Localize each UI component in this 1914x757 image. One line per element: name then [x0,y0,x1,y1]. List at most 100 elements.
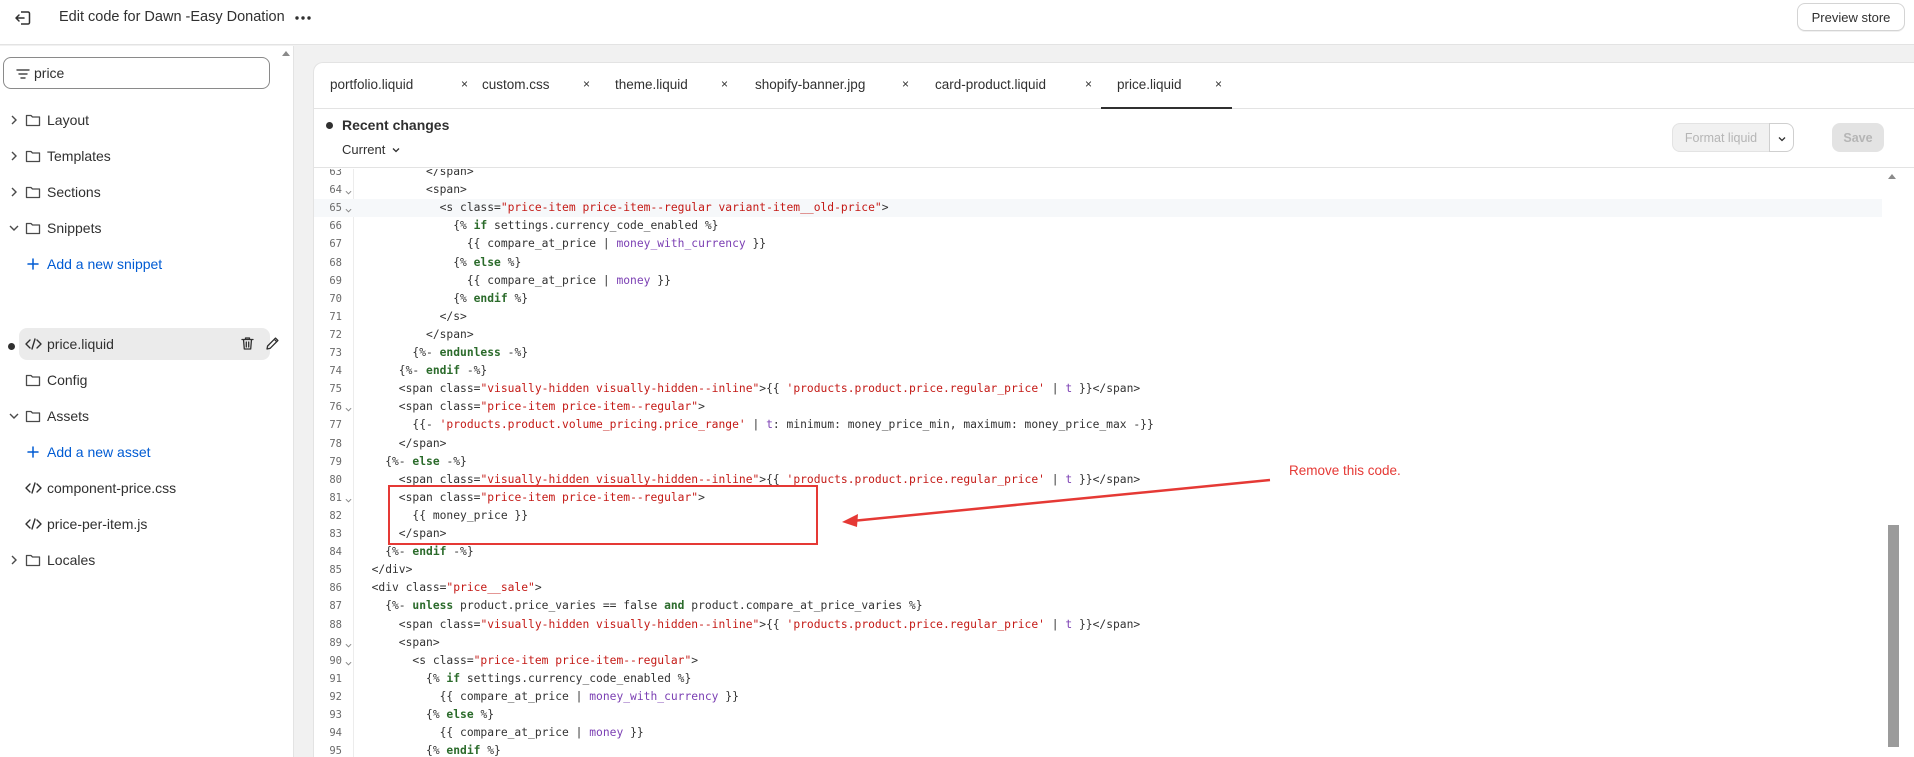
close-icon[interactable]: × [721,77,728,91]
code-text: {{ compare_at_price | money }} [358,726,644,740]
chevron-right-icon [11,151,17,161]
code-line[interactable]: 86 <div class="price__sale"> [314,579,1882,597]
fold-chevron-icon[interactable] [345,660,352,667]
line-number: 86 [329,582,342,595]
code-line[interactable]: 65 <s class="price-item price-item--regu… [314,199,1882,218]
scrollbar-thumb[interactable] [1888,525,1899,747]
code-line[interactable]: 64 <span> [314,181,1882,199]
code-line[interactable]: 78 </span> [314,435,1882,453]
fold-chevron-icon[interactable] [345,207,352,214]
sidebar-item-price-liquid[interactable]: price.liquid [19,328,279,360]
plus-icon [27,446,39,458]
add-snippet-link[interactable]: Add a new snippet [0,248,270,280]
close-icon[interactable]: × [583,77,590,91]
line-number: 71 [329,310,342,323]
code-line[interactable]: 63 </span> [314,169,1882,181]
code-line[interactable]: 68 {% else %} [314,254,1882,272]
folder-icon [25,150,41,163]
code-line[interactable]: 90 <s class="price-item price-item--regu… [314,652,1882,670]
line-number: 73 [329,347,342,359]
line-number: 83 [329,528,342,540]
code-line[interactable]: 77 {{- 'products.product.volume_pricing.… [314,416,1882,434]
scroll-up-icon[interactable] [1888,173,1896,181]
code-line[interactable]: 93 {% else %} [314,706,1882,724]
tab-label: shopify-banner.jpg [755,77,866,92]
tab-custom-css[interactable]: custom.css × [482,63,607,109]
preview-store-button[interactable]: Preview store [1797,3,1905,31]
code-text: {% endif %} [358,744,501,757]
tab-portfolio-liquid[interactable]: portfolio.liquid × [330,63,470,109]
sidebar-item-price-per-item-js[interactable]: price-per-item.js [0,508,270,540]
sidebar-item-locales[interactable]: Locales [0,544,270,576]
close-icon[interactable]: × [902,77,909,91]
fold-chevron-icon[interactable] [345,189,352,196]
page-title: Edit code for Dawn -Easy Donation [59,9,285,25]
code-line[interactable]: 94 {{ compare_at_price | money }} [314,724,1882,742]
code-text: {% else %} [358,255,522,269]
code-line[interactable]: 67 {{ compare_at_price | money_with_curr… [314,235,1882,253]
close-icon[interactable]: × [461,77,468,91]
close-icon[interactable]: × [1085,77,1092,91]
sidebar-item-label: component-price.css [47,480,177,496]
sidebar-item-layout[interactable]: Layout [0,104,270,136]
line-number: 81 [329,491,342,504]
sidebar-item-component-price-css[interactable]: component-price.css [0,472,270,504]
format-options-button[interactable] [1769,123,1794,152]
chevron-right-icon [11,187,17,197]
code-line[interactable]: 84 {%- endif -%} [314,543,1882,561]
sidebar-item-sections[interactable]: Sections [0,176,270,208]
code-line[interactable]: 89 <span> [314,634,1882,652]
code-line[interactable]: 76 <span class="price-item price-item--r… [314,398,1882,416]
line-number: 91 [329,672,342,685]
code-area[interactable]: 63 </span> 64 <span> 65 <s class="price-it… [314,169,1914,757]
sidebar-item-templates[interactable]: Templates [0,140,270,172]
code-line[interactable]: 91 {% if settings.currency_code_enabled … [314,670,1882,688]
sidebar-item-assets[interactable]: Assets [0,400,270,432]
exit-icon[interactable] [12,7,34,29]
fold-chevron-icon[interactable] [345,642,352,649]
save-button[interactable]: Save [1832,123,1884,152]
chevron-down-icon [392,147,400,152]
format-liquid-button[interactable]: Format liquid [1672,123,1770,152]
code-line[interactable]: 85 </div> [314,561,1882,579]
code-line[interactable]: 71 </s> [314,308,1882,326]
sidebar-scroll-up-icon[interactable] [282,50,290,58]
annotation-text: Remove this code. [1289,463,1401,478]
fold-chevron-icon[interactable] [345,497,352,504]
code-line[interactable]: 88 <span class="visually-hidden visually… [314,616,1882,634]
tab-shopify-banner-jpg[interactable]: shopify-banner.jpg × [755,63,925,109]
trash-icon[interactable] [240,336,255,351]
code-line[interactable]: 70 {% endif %} [314,290,1882,308]
code-line[interactable]: 75 <span class="visually-hidden visually… [314,380,1882,398]
more-options-icon[interactable] [292,7,314,29]
code-line[interactable]: 87 {%- unless product.price_varies == fa… [314,597,1882,615]
line-number: 80 [329,473,342,486]
pencil-icon[interactable] [265,336,280,351]
fold-chevron-icon[interactable] [345,406,352,413]
file-tabs: portfolio.liquid × custom.css × theme.li… [314,63,1914,109]
code-line[interactable]: 73 {%- endunless -%} [314,344,1882,362]
code-text: <s class="price-item price-item--regular… [358,201,889,215]
search-box[interactable] [3,57,270,89]
code-text: </span> [358,169,474,178]
folder-icon [25,554,41,567]
tab-price-liquid[interactable]: price.liquid × [1101,63,1232,109]
code-line[interactable]: 74 {%- endif -%} [314,362,1882,380]
folder-icon [25,222,41,235]
filter-icon [16,69,30,79]
sidebar-item-snippets[interactable]: Snippets [0,212,270,244]
code-line[interactable]: 79 {%- else -%} [314,453,1882,471]
add-asset-link[interactable]: Add a new asset [0,436,270,468]
code-line[interactable]: 95 {% endif %} [314,742,1882,757]
code-line[interactable]: 69 {{ compare_at_price | money }} [314,272,1882,290]
sidebar-item-config[interactable]: Config [0,364,270,396]
close-icon[interactable]: × [1215,77,1222,91]
code-line[interactable]: 92 {{ compare_at_price | money_with_curr… [314,688,1882,706]
code-text: {% else %} [358,708,495,721]
search-input[interactable] [34,62,262,84]
version-select[interactable]: Current [342,142,401,157]
tab-card-product-liquid[interactable]: card-product.liquid × [935,63,1105,109]
code-line[interactable]: 66 {% if settings.currency_code_enabled … [314,217,1882,235]
code-line[interactable]: 72 </span> [314,326,1882,344]
tab-theme-liquid[interactable]: theme.liquid × [615,63,745,109]
